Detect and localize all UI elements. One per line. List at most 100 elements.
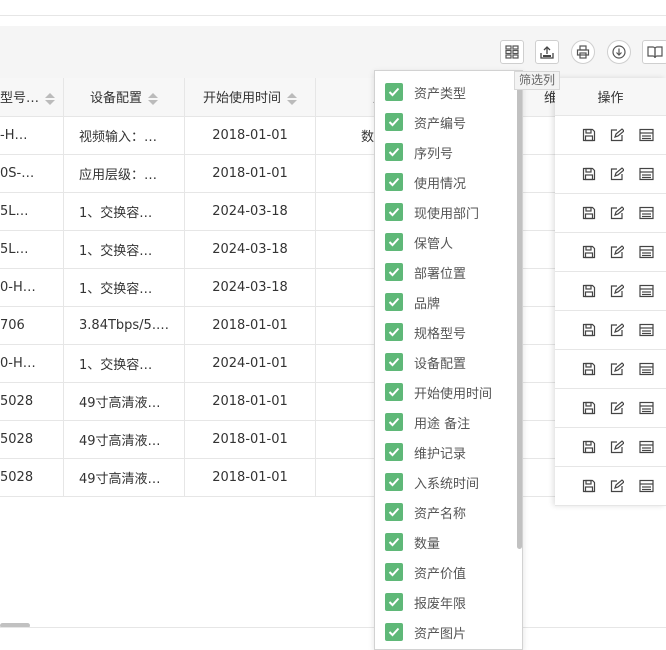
detail-icon[interactable] <box>639 323 654 341</box>
save-icon[interactable] <box>582 128 596 146</box>
checkbox-checked-icon[interactable] <box>385 383 403 401</box>
column-filter-item[interactable]: 数量 <box>385 531 440 553</box>
column-filter-label: 设备配置 <box>414 356 467 372</box>
save-icon[interactable] <box>582 206 596 224</box>
detail-icon[interactable] <box>639 440 654 458</box>
column-filter-item[interactable]: 部署位置 <box>385 261 466 283</box>
column-filter-item[interactable]: 规格型号 <box>385 321 466 343</box>
column-filter-item[interactable]: 资产价值 <box>385 561 466 583</box>
column-header-start-date[interactable]: 开始使用时间 <box>184 78 317 117</box>
detail-icon[interactable] <box>639 206 654 224</box>
column-filter-item[interactable]: 用途 备注 <box>385 411 470 433</box>
operations-column: 操作 <box>555 78 666 506</box>
export-icon <box>540 45 554 59</box>
detail-icon[interactable] <box>639 284 654 302</box>
checkbox-checked-icon[interactable] <box>385 533 403 551</box>
print-button[interactable] <box>571 40 595 64</box>
save-icon[interactable] <box>582 362 596 380</box>
cell-model: 0-H… <box>0 268 65 307</box>
operations-row <box>555 428 666 467</box>
checkbox-checked-icon[interactable] <box>385 323 403 341</box>
cell-start-date: 2024-03-18 <box>184 268 317 307</box>
detail-icon[interactable] <box>639 362 654 380</box>
column-filter-label: 数量 <box>414 536 441 552</box>
edit-icon[interactable] <box>610 128 625 146</box>
edit-icon[interactable] <box>610 362 625 380</box>
cell-start-date: 2024-03-18 <box>184 230 317 269</box>
operations-row <box>555 155 666 194</box>
column-filter-item[interactable]: 使用情况 <box>385 171 466 193</box>
checkbox-checked-icon[interactable] <box>385 443 403 461</box>
detail-icon[interactable] <box>639 401 654 419</box>
column-header-config[interactable]: 设备配置 <box>63 78 186 117</box>
column-filter-item[interactable]: 品牌 <box>385 291 440 313</box>
operations-row <box>555 350 666 389</box>
edit-icon[interactable] <box>610 284 625 302</box>
column-filter-item[interactable]: 设备配置 <box>385 351 466 373</box>
save-icon[interactable] <box>582 440 596 458</box>
checkbox-checked-icon[interactable] <box>385 143 403 161</box>
column-filter-item[interactable]: 维护记录 <box>385 441 466 463</box>
export-button[interactable] <box>535 40 559 64</box>
column-filter-item[interactable]: 入系统时间 <box>385 471 479 493</box>
column-filter-item[interactable]: 资产编号 <box>385 111 466 133</box>
column-filter-panel: 资产类型资产编号序列号使用情况现使用部门保管人部署位置品牌规格型号设备配置开始使… <box>374 70 523 650</box>
checkbox-checked-icon[interactable] <box>385 293 403 311</box>
save-icon[interactable] <box>582 284 596 302</box>
checkbox-checked-icon[interactable] <box>385 263 403 281</box>
detail-icon[interactable] <box>639 479 654 497</box>
operations-row <box>555 311 666 350</box>
checkbox-checked-icon[interactable] <box>385 83 403 101</box>
column-filter-scrollbar[interactable] <box>517 74 522 549</box>
checkbox-checked-icon[interactable] <box>385 113 403 131</box>
checkbox-checked-icon[interactable] <box>385 413 403 431</box>
detail-icon[interactable] <box>639 128 654 146</box>
save-icon[interactable] <box>582 323 596 341</box>
column-filter-item[interactable]: 资产类型 <box>385 81 466 103</box>
save-icon[interactable] <box>582 401 596 419</box>
edit-icon[interactable] <box>610 401 625 419</box>
column-filter-item[interactable]: 开始使用时间 <box>385 381 492 403</box>
edit-icon[interactable] <box>610 206 625 224</box>
column-filter-label: 资产价值 <box>414 566 467 582</box>
detail-icon[interactable] <box>639 167 654 185</box>
edit-icon[interactable] <box>610 245 625 263</box>
checkbox-checked-icon[interactable] <box>385 173 403 191</box>
detail-icon[interactable] <box>639 245 654 263</box>
column-filter-label: 现使用部门 <box>414 206 480 222</box>
checkbox-checked-icon[interactable] <box>385 473 403 491</box>
checkbox-checked-icon[interactable] <box>385 203 403 221</box>
edit-icon[interactable] <box>610 479 625 497</box>
column-filter-item[interactable]: 现使用部门 <box>385 201 479 223</box>
cell-model: 5L… <box>0 230 65 269</box>
column-filter-label: 资产类型 <box>414 86 467 102</box>
checkbox-checked-icon[interactable] <box>385 623 403 641</box>
column-header-model[interactable]: 型号… <box>0 78 65 117</box>
checkbox-checked-icon[interactable] <box>385 563 403 581</box>
column-filter-item[interactable]: 资产名称 <box>385 501 466 523</box>
save-icon[interactable] <box>582 245 596 263</box>
operations-row <box>555 272 666 311</box>
sort-icon[interactable] <box>45 92 56 105</box>
column-filter-item[interactable]: 序列号 <box>385 141 453 163</box>
sort-icon[interactable] <box>287 92 298 105</box>
download-button[interactable] <box>607 40 631 64</box>
checkbox-checked-icon[interactable] <box>385 593 403 611</box>
column-filter-item[interactable]: 资产图片 <box>385 621 466 643</box>
edit-icon[interactable] <box>610 323 625 341</box>
cell-model: 706 <box>0 306 65 345</box>
book-button[interactable] <box>642 40 666 64</box>
checkbox-checked-icon[interactable] <box>385 353 403 371</box>
filter-columns-button[interactable] <box>500 40 524 64</box>
checkbox-checked-icon[interactable] <box>385 233 403 251</box>
edit-icon[interactable] <box>610 167 625 185</box>
sort-icon[interactable] <box>148 92 159 105</box>
columns-icon <box>505 45 519 59</box>
edit-icon[interactable] <box>610 440 625 458</box>
column-filter-item[interactable]: 报废年限 <box>385 591 466 613</box>
save-icon[interactable] <box>582 479 596 497</box>
cell-start-date: 2018-01-01 <box>184 306 317 345</box>
checkbox-checked-icon[interactable] <box>385 503 403 521</box>
save-icon[interactable] <box>582 167 596 185</box>
column-filter-item[interactable]: 保管人 <box>385 231 453 253</box>
